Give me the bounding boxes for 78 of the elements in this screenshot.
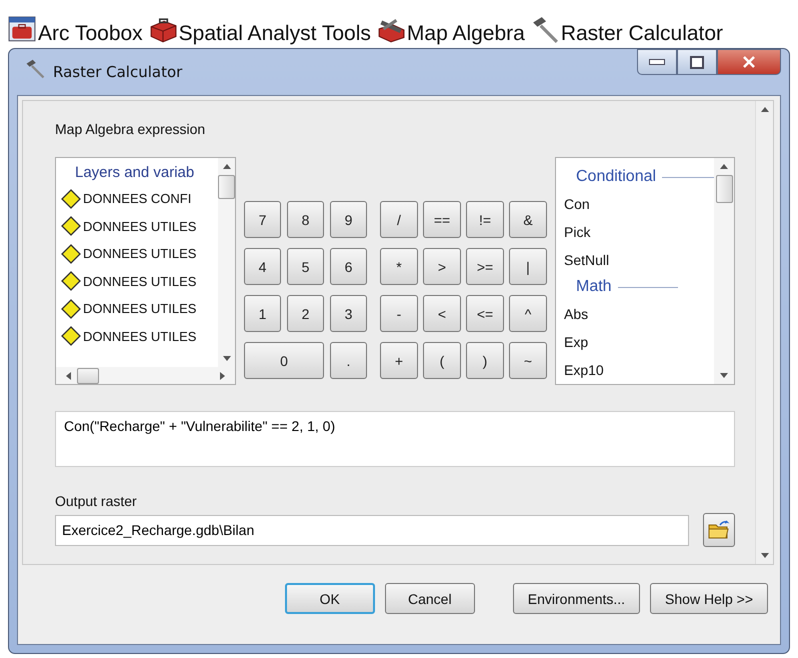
keypad-button[interactable]: 6 <box>330 248 367 285</box>
raster-layer-icon <box>61 271 81 292</box>
minimize-button[interactable] <box>637 49 677 75</box>
keypad-button[interactable]: < <box>423 295 461 332</box>
layer-item[interactable]: DONNEES UTILES <box>83 274 196 289</box>
breadcrumb-link[interactable]: Raster Calculator <box>560 22 724 46</box>
breadcrumb-link[interactable]: Arc Toobox <box>38 22 143 46</box>
vertical-scrollbar[interactable] <box>755 101 773 564</box>
horizontal-scrollbar[interactable] <box>56 367 235 384</box>
keypad-button[interactable]: 5 <box>287 248 324 285</box>
close-button[interactable] <box>717 49 781 75</box>
raster-layer-icon <box>61 188 81 209</box>
folder-icon <box>708 520 730 540</box>
keypad-button[interactable]: 8 <box>287 201 324 238</box>
expression-field[interactable]: Con("Recharge" + "Vulnerabilite" == 2, 1, 0) <box>55 411 735 467</box>
list-header: Layers and variab <box>74 163 196 183</box>
function-item[interactable]: Con <box>564 190 714 218</box>
keypad-button[interactable]: + <box>380 342 418 379</box>
raster-layer-icon <box>61 326 81 346</box>
layer-item[interactable]: DONNEES UTILES <box>83 218 196 234</box>
function-item[interactable]: Abs <box>564 300 714 328</box>
layer-item[interactable]: DONNEES UTILES <box>83 301 196 316</box>
raster-layer-icon <box>61 244 81 264</box>
keypad-button[interactable]: 3 <box>330 295 367 332</box>
layer-item[interactable]: DONNEES UTILES <box>83 246 196 262</box>
keypad-button[interactable]: ^ <box>509 295 547 332</box>
layers-list[interactable]: Layers and variab DONNEES CONFI DONNEES UTILES DONNEES UTILES DONNEES UTILES DONNEES UTILES DONNEES UTILES <box>55 157 236 385</box>
dialog-button[interactable]: Cancel <box>384 583 475 614</box>
keypad-button[interactable]: 7 <box>244 201 281 238</box>
layer-item[interactable]: DONNEES UTILES <box>83 328 196 344</box>
function-group-header: Conditional <box>576 168 656 186</box>
keypad-button[interactable]: 4 <box>244 248 281 285</box>
hammer-icon <box>530 16 559 44</box>
keypad-button[interactable]: - <box>380 295 418 332</box>
maximize-button[interactable] <box>677 49 717 75</box>
functions-list[interactable]: Conditional Con Pick SetNull Math Abs Exp Exp10 <box>555 157 735 385</box>
keypad-button[interactable]: 0 <box>244 342 324 379</box>
keypad-button[interactable]: ( <box>423 342 461 379</box>
browse-button[interactable] <box>703 513 735 547</box>
toolbox-icon <box>148 16 177 44</box>
raster-layer-icon <box>61 298 81 319</box>
close-icon <box>742 56 756 68</box>
keypad-button[interactable]: <= <box>466 295 504 332</box>
breadcrumb-link[interactable]: Spatial Analyst Tools <box>178 22 371 46</box>
window-title: Raster Calculator <box>53 63 182 81</box>
toolset-icon <box>376 16 405 44</box>
function-item[interactable]: Exp10 <box>564 356 714 384</box>
keypad-button[interactable]: 9 <box>330 201 367 238</box>
toolbox-icon <box>8 16 36 44</box>
keypad-button[interactable]: ~ <box>509 342 547 379</box>
keypad-button[interactable]: > <box>423 248 461 285</box>
layer-item[interactable]: DONNEES CONFI <box>83 191 192 206</box>
dialog-button[interactable]: OK <box>284 583 375 614</box>
vertical-scrollbar[interactable] <box>218 158 235 367</box>
keypad-button[interactable]: 1 <box>244 295 281 332</box>
dialog-button[interactable]: Show Help >> <box>650 583 768 614</box>
keypad-button[interactable]: >= <box>466 248 504 285</box>
hammer-icon <box>25 59 45 79</box>
keypad-button[interactable]: . <box>330 342 367 379</box>
output-raster-field[interactable]: Exercice2_Recharge.gdb\Bilan <box>55 514 689 546</box>
vertical-scrollbar[interactable] <box>714 158 734 384</box>
function-item[interactable]: SetNull <box>564 246 714 274</box>
function-item[interactable]: Exp <box>564 328 714 356</box>
keypad-button[interactable]: 2 <box>287 295 324 332</box>
function-group-header: Math <box>576 278 612 296</box>
function-item[interactable]: Pick <box>564 218 714 246</box>
keypad-button[interactable]: == <box>423 201 461 238</box>
keypad-button[interactable]: ) <box>466 342 504 379</box>
keypad-button[interactable]: & <box>509 201 547 238</box>
output-raster-label: Output raster <box>55 493 138 509</box>
dialog-button[interactable]: Environments... <box>512 583 640 614</box>
breadcrumb-link[interactable]: Map Algebra <box>406 22 525 46</box>
keypad-button[interactable]: * <box>380 248 418 285</box>
keypad-button[interactable]: != <box>466 201 504 238</box>
keypad-button[interactable]: | <box>509 248 547 285</box>
expression-label: Map Algebra expression <box>55 121 206 137</box>
keypad-button[interactable]: / <box>380 201 418 238</box>
raster-layer-icon <box>61 216 81 236</box>
